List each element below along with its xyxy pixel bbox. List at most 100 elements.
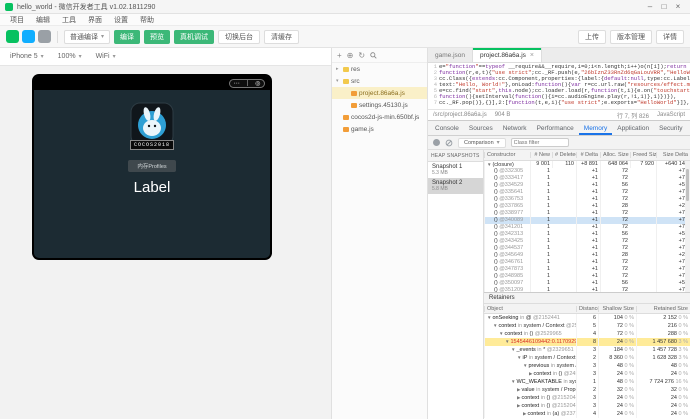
panel-toggle-button[interactable] (6, 30, 19, 43)
network-select[interactable]: WiFi ▾ (96, 53, 116, 60)
devtools-tab-performance[interactable]: Performance (532, 121, 579, 135)
panel-toggle-button[interactable] (38, 30, 51, 43)
devtools-tab-network[interactable]: Network (498, 121, 532, 135)
minimize-button[interactable]: – (643, 2, 657, 11)
editor-tab[interactable]: project.86a6a.js× (473, 48, 542, 62)
constructor-row[interactable]: () @3412011+172+72 (484, 224, 690, 231)
column-header[interactable]: # New (530, 152, 552, 158)
language-mode[interactable]: JavaScript (657, 112, 685, 118)
column-header[interactable]: Constructor (484, 152, 530, 158)
file-tree-item[interactable]: ▸res (332, 63, 427, 75)
wechat-capsule[interactable]: ⋯ ◎ (229, 79, 265, 88)
constructor-row[interactable]: () @3334171+172+72 (484, 175, 690, 182)
column-header[interactable]: Freed Size (630, 152, 656, 158)
search-icon[interactable] (370, 52, 377, 59)
retainer-row[interactable]: ▼onSeeking in @ @21524416104 0 %2 152 0 … (484, 314, 690, 322)
column-header[interactable]: Retained Size (636, 306, 690, 312)
clear-icon[interactable] (445, 139, 453, 147)
column-header[interactable]: Distance (576, 306, 598, 312)
zoom-select[interactable]: 100% ▾ (58, 53, 82, 60)
constructor-row[interactable]: () @3512091+172+72 (484, 287, 690, 292)
file-tree-item[interactable]: cocos2d-js-min.650bf.js (332, 111, 427, 123)
toolbar-button[interactable]: 清缓存 (264, 30, 299, 44)
exit-icon[interactable]: ◎ (255, 80, 260, 87)
scene-start-button[interactable]: 内存Profiles (128, 160, 175, 172)
constructor-row[interactable]: () @3323051+172+72 (484, 168, 690, 175)
file-tree-item[interactable]: settings.45130.js (332, 99, 427, 111)
refresh-icon[interactable]: ↻ (358, 51, 365, 60)
retainer-row[interactable]: ▶context in () @2152043324 0 %24 0 % (484, 394, 690, 402)
close-button[interactable]: × (671, 2, 685, 11)
retainer-row[interactable]: ▶value in system / PropertyCell @2149021… (484, 386, 690, 394)
tab-close-icon[interactable]: × (530, 52, 534, 59)
column-header[interactable]: Size Delta (656, 152, 690, 158)
retainer-row[interactable]: ▼1545446109442:0.11709298278679603_onAud… (484, 338, 690, 346)
toolbar-button[interactable]: 编译 (114, 30, 140, 44)
panel-toggle-button[interactable] (22, 30, 35, 43)
toolbar-button[interactable]: 切换后台 (218, 30, 260, 44)
retainer-row[interactable]: ▼_events in * @23296513184 0 %1 457 728 … (484, 346, 690, 354)
constructor-row[interactable]: ▼(closure)9 001110+8 891648 0647 920+640… (484, 161, 690, 168)
column-header[interactable]: Object (484, 306, 576, 312)
devtools-tab-security[interactable]: Security (654, 121, 687, 135)
menu-item[interactable]: 设置 (108, 15, 134, 25)
constructor-row[interactable]: () @3467611+172+72 (484, 259, 690, 266)
retainer-row[interactable]: ▼previous in system / Context @245045534… (484, 362, 690, 370)
constructor-row[interactable]: () @3356411+172+72 (484, 189, 690, 196)
device-select[interactable]: iPhone 5 ▾ (10, 53, 44, 60)
more-icon[interactable]: ⋯ (234, 80, 240, 87)
column-header[interactable]: Shallow Size (598, 306, 636, 312)
menu-item[interactable]: 帮助 (134, 15, 160, 25)
editor-tab[interactable]: game.json (428, 48, 473, 62)
devtools-tab-memory[interactable]: Memory (579, 121, 612, 135)
column-header[interactable]: Alloc. Size (600, 152, 630, 158)
column-header[interactable]: # Delta (576, 152, 600, 158)
constructor-row[interactable]: () @3423131+156+56 (484, 231, 690, 238)
constructor-row[interactable]: () @3378651+128+28 (484, 203, 690, 210)
new-file-icon[interactable]: + (337, 51, 342, 60)
retainer-row[interactable]: ▶context in (a) @2371807424 0 %24 0 % (484, 410, 690, 418)
file-tree-item[interactable]: game.js (332, 123, 427, 135)
class-filter-input[interactable] (511, 138, 569, 147)
constructor-row[interactable]: () @3445371+172+72 (484, 245, 690, 252)
retainer-row[interactable]: ▶context in () @2450497324 0 %24 0 % (484, 370, 690, 378)
column-header[interactable]: # Deleted (552, 152, 576, 158)
vertical-scrollbar[interactable] (685, 161, 690, 292)
retainer-row[interactable]: ▼context in () @2529965472 0 %288 0 % (484, 330, 690, 338)
menu-item[interactable]: 编辑 (30, 15, 56, 25)
devtools-tab-console[interactable]: Console (430, 121, 464, 135)
toolbar-button[interactable]: 真机调试 (174, 30, 214, 44)
constructor-row[interactable]: () @3434251+172+72 (484, 238, 690, 245)
file-tree-item[interactable]: ▾src (332, 75, 427, 87)
heap-snapshot-item[interactable]: Snapshot 15.3 MB (428, 162, 483, 178)
compile-mode-select[interactable]: 普通编译 ▾ (64, 30, 110, 44)
constructor-row[interactable]: () @3367531+172+72 (484, 196, 690, 203)
constructor-row[interactable]: () @3345291+156+56 (484, 182, 690, 189)
retainer-row[interactable]: ▼WC_WEAKTABLE in system / (WeakMap) @ 12… (484, 378, 690, 386)
view-mode-select[interactable]: Comparison ▾ (458, 138, 506, 148)
cursor-position[interactable]: 行 7, 列 826 (617, 111, 649, 120)
details-button[interactable]: 详情 (656, 30, 684, 44)
constructor-row[interactable]: () @3456491+128+28 (484, 252, 690, 259)
code-editor[interactable]: 1234567 e="function"==typeof __require&&… (428, 63, 690, 109)
maximize-button[interactable]: □ (657, 2, 671, 11)
devtools-tab-application[interactable]: Application (612, 121, 654, 135)
new-folder-icon[interactable]: ⊕ (347, 51, 354, 60)
constructor-row[interactable]: () @3478731+172+72 (484, 266, 690, 273)
record-snapshot-icon[interactable] (433, 139, 440, 146)
constructor-row[interactable]: () @3489851+172+72 (484, 273, 690, 280)
toolbar-button[interactable]: 预览 (144, 30, 170, 44)
menu-item[interactable]: 界面 (82, 15, 108, 25)
menu-item[interactable]: 项目 (4, 15, 30, 25)
file-tree-item[interactable]: project.86a6a.js (332, 87, 427, 99)
retainer-row[interactable]: ▼context in system / Context @2519085572… (484, 322, 690, 330)
heap-snapshot-item[interactable]: Snapshot 25.8 MB (428, 178, 483, 194)
constructor-row[interactable]: () @3500971+156+56 (484, 280, 690, 287)
version-control-button[interactable]: 版本管理 (610, 30, 652, 44)
retainer-row[interactable]: ▶context in () @2152047324 0 %24 0 % (484, 402, 690, 410)
upload-button[interactable]: 上传 (578, 30, 606, 44)
retainer-row[interactable]: ▼iP in system / Context @239728728 360 0… (484, 354, 690, 362)
devtools-tab-sources[interactable]: Sources (464, 121, 498, 135)
constructor-row[interactable]: () @3389771+172+72 (484, 210, 690, 217)
menu-item[interactable]: 工具 (56, 15, 82, 25)
